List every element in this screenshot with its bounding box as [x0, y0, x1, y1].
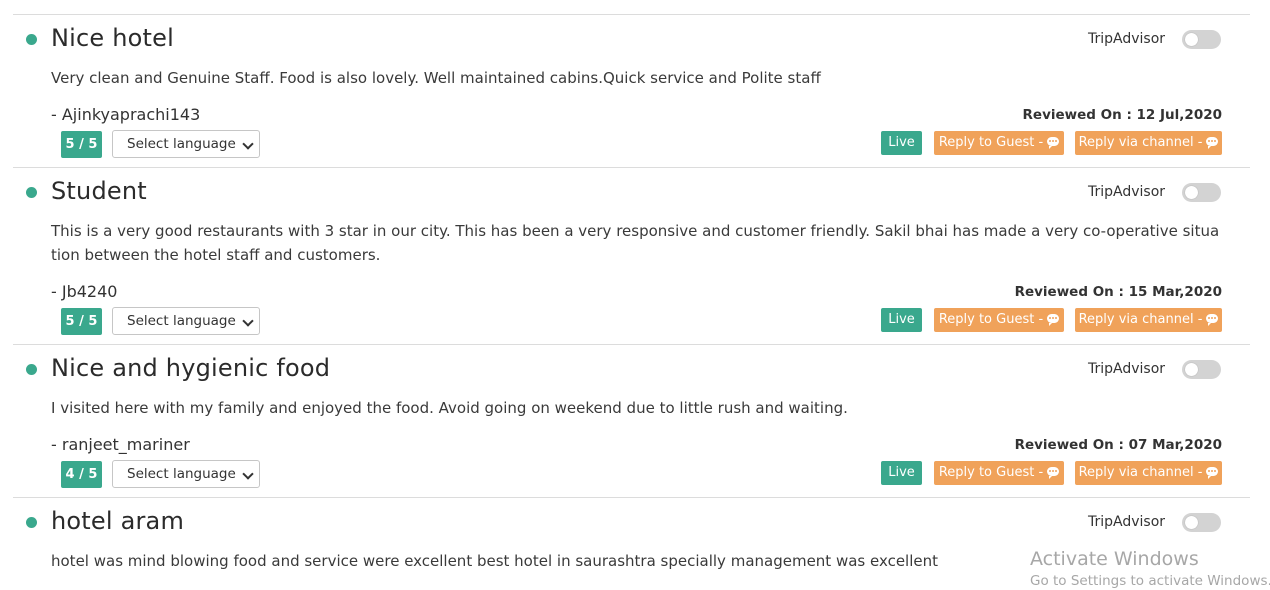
publish-toggle[interactable] [1182, 513, 1221, 532]
toggle-knob [1185, 363, 1198, 376]
rating-badge: 5 / 5 [61, 308, 102, 335]
rating-badge: 4 / 5 [61, 461, 102, 488]
chevron-down-icon [242, 138, 254, 150]
reviewed-date: Reviewed On : 12 Jul,2020 [1022, 107, 1222, 123]
channel-name: TripAdvisor [1088, 361, 1166, 377]
review-card: Student TripAdvisor This is a very good … [13, 168, 1250, 345]
language-select[interactable]: Select language [112, 130, 260, 158]
publish-toggle[interactable] [1182, 360, 1221, 379]
reply-via-channel-label: Reply via channel - [1078, 465, 1203, 480]
activate-windows-subtitle: Go to Settings to activate Windows. [1030, 573, 1270, 589]
review-text: This is a very good restaurants with 3 s… [51, 222, 1220, 264]
comment-icon [1047, 467, 1060, 479]
live-label: Live [888, 135, 915, 150]
status-dot [26, 517, 37, 528]
reply-to-guest-label: Reply to Guest - [938, 135, 1044, 150]
publish-toggle[interactable] [1182, 183, 1221, 202]
review-title: Nice hotel [51, 24, 174, 52]
language-select-value: Select language [127, 313, 236, 329]
review-text: Very clean and Genuine Staff. Food is al… [51, 69, 821, 87]
reply-via-channel-label: Reply via channel - [1078, 135, 1203, 150]
review-title: Nice and hygienic food [51, 354, 331, 382]
review-card: Nice and hygienic food TripAdvisor I vis… [13, 345, 1250, 498]
review-author: - Jb4240 [51, 282, 118, 301]
reviewed-date: Reviewed On : 15 Mar,2020 [1014, 284, 1222, 300]
reply-to-guest-button[interactable]: Reply to Guest - [934, 308, 1064, 332]
live-label: Live [888, 312, 915, 327]
reply-via-channel-label: Reply via channel - [1078, 312, 1203, 327]
language-select-value: Select language [127, 136, 236, 152]
reviewed-date: Reviewed On : 07 Mar,2020 [1014, 437, 1222, 453]
reply-to-guest-label: Reply to Guest - [938, 465, 1044, 480]
status-dot [26, 187, 37, 198]
chevron-down-icon [242, 468, 254, 480]
reply-to-guest-label: Reply to Guest - [938, 312, 1044, 327]
reply-via-channel-button[interactable]: Reply via channel - [1075, 461, 1222, 485]
live-button[interactable]: Live [881, 131, 922, 155]
live-button[interactable]: Live [881, 308, 922, 332]
comment-icon [1047, 314, 1060, 326]
chevron-down-icon [242, 315, 254, 327]
comment-icon [1206, 314, 1219, 326]
review-text: I visited here with my family and enjoye… [51, 399, 848, 417]
publish-toggle[interactable] [1182, 30, 1221, 49]
review-author: - ranjeet_mariner [51, 435, 190, 454]
channel-name: TripAdvisor [1088, 514, 1166, 530]
language-select-value: Select language [127, 466, 236, 482]
comment-icon [1206, 467, 1219, 479]
activate-windows-title: Activate Windows [1030, 548, 1199, 570]
reply-via-channel-button[interactable]: Reply via channel - [1075, 308, 1222, 332]
status-dot [26, 364, 37, 375]
status-dot [26, 34, 37, 45]
reply-via-channel-button[interactable]: Reply via channel - [1075, 131, 1222, 155]
toggle-knob [1185, 516, 1198, 529]
review-title: Student [51, 177, 147, 205]
channel-name: TripAdvisor [1088, 184, 1166, 200]
review-card: Nice hotel TripAdvisor Very clean and Ge… [13, 15, 1250, 168]
rating-badge: 5 / 5 [61, 131, 102, 158]
comment-icon [1206, 137, 1219, 149]
channel-name: TripAdvisor [1088, 31, 1166, 47]
toggle-knob [1185, 186, 1198, 199]
reply-to-guest-button[interactable]: Reply to Guest - [934, 131, 1064, 155]
comment-icon [1047, 137, 1060, 149]
live-button[interactable]: Live [881, 461, 922, 485]
live-label: Live [888, 465, 915, 480]
language-select[interactable]: Select language [112, 307, 260, 335]
review-title: hotel aram [51, 507, 185, 535]
language-select[interactable]: Select language [112, 460, 260, 488]
review-author: - Ajinkyaprachi143 [51, 105, 201, 124]
reply-to-guest-button[interactable]: Reply to Guest - [934, 461, 1064, 485]
toggle-knob [1185, 33, 1198, 46]
